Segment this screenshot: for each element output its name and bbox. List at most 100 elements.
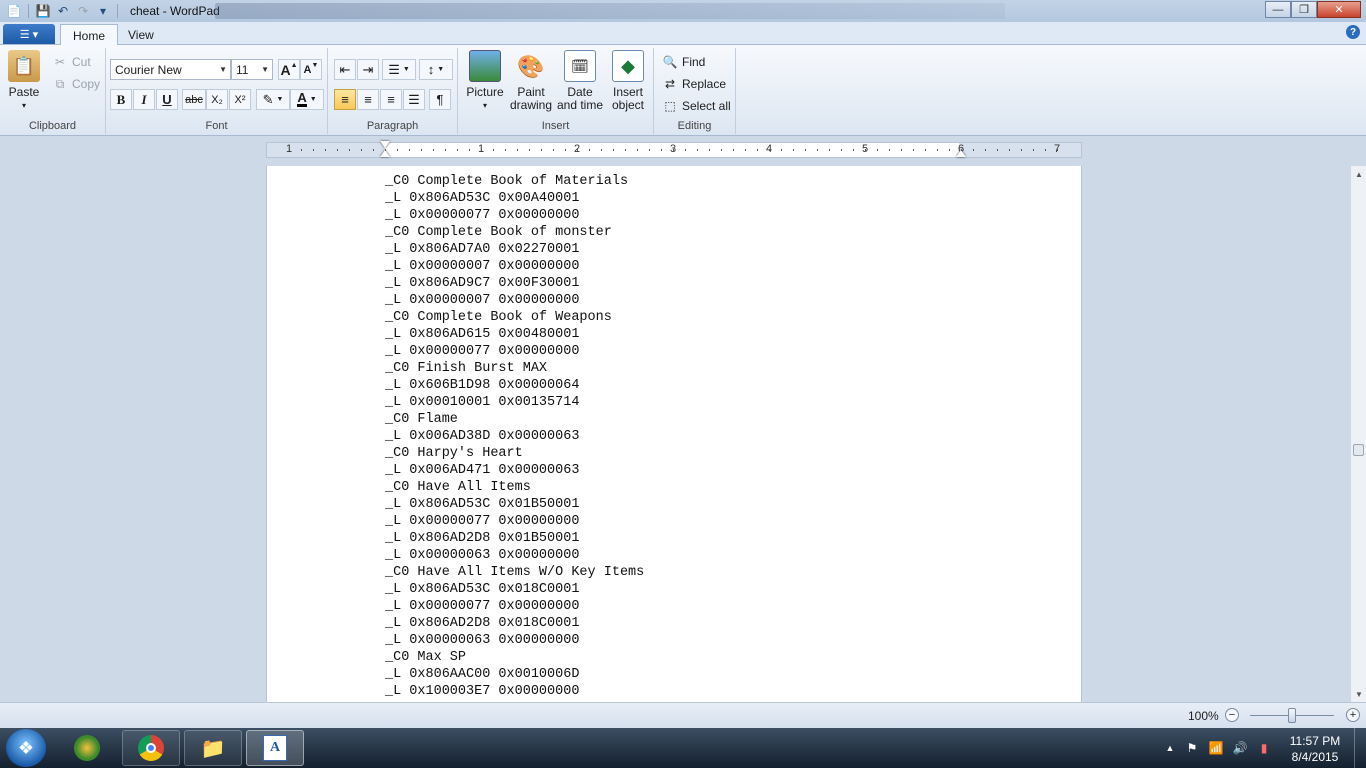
- paste-button[interactable]: 📋 Paste ▾: [8, 50, 40, 112]
- document-line[interactable]: _L 0x806AD53C 0x018C0001: [385, 581, 644, 598]
- document-line[interactable]: _C0 Finish Burst MAX: [385, 360, 644, 377]
- bold-button[interactable]: B: [110, 89, 132, 110]
- align-center-button[interactable]: ≡: [357, 89, 379, 110]
- document-line[interactable]: _L 0x100003E7 0x00000000: [385, 683, 644, 700]
- increase-indent-button[interactable]: ⇥: [357, 59, 379, 80]
- undo-icon[interactable]: ↶: [53, 2, 73, 20]
- document-line[interactable]: _L 0x806AD615 0x00480001: [385, 326, 644, 343]
- document-line[interactable]: _L 0x00000063 0x00000000: [385, 632, 644, 649]
- zoom-out-button[interactable]: −: [1225, 708, 1239, 722]
- action-center-flag-icon[interactable]: ⚑: [1184, 740, 1200, 756]
- insert-object-button[interactable]: ◆ Insert object: [608, 50, 648, 112]
- document-line[interactable]: _L 0x806AAC00 0x0010006D: [385, 666, 644, 683]
- align-right-button[interactable]: ≡: [380, 89, 402, 110]
- document-line[interactable]: _L 0x806AD2D8 0x01B50001: [385, 530, 644, 547]
- font-size-select[interactable]: 11 ▼: [231, 59, 273, 80]
- replace-button[interactable]: ⇄ Replace: [662, 74, 726, 94]
- document-line[interactable]: _C0 Complete Book of Weapons: [385, 309, 644, 326]
- ruler[interactable]: 1 1 2 3 4 5 6 7: [266, 141, 1082, 158]
- show-hidden-icons[interactable]: ▲: [1162, 740, 1178, 756]
- close-button[interactable]: ✕: [1317, 1, 1361, 18]
- document-line[interactable]: _L 0x806AD53C 0x00A40001: [385, 190, 644, 207]
- document-line[interactable]: _L 0x00000077 0x00000000: [385, 343, 644, 360]
- justify-button[interactable]: ☰: [403, 89, 425, 110]
- scroll-down-icon[interactable]: ▼: [1351, 686, 1366, 702]
- highlight-color-button[interactable]: ✎ ▼: [256, 89, 290, 110]
- line-spacing-button[interactable]: ↕ ▼: [419, 59, 453, 80]
- system-clock[interactable]: 11:57 PM 8/4/2015: [1285, 733, 1345, 765]
- scroll-thumb[interactable]: [1353, 444, 1364, 456]
- wordpad-app-icon[interactable]: 📄: [4, 2, 24, 20]
- document-line[interactable]: _L 0x00000007 0x00000000: [385, 258, 644, 275]
- document-page[interactable]: _C0 Complete Book of Materials _L 0x806AD…: [266, 166, 1082, 702]
- document-line[interactable]: _C0 Have All Items W/O Key Items: [385, 564, 644, 581]
- align-left-button[interactable]: ≡: [334, 89, 356, 110]
- superscript-button[interactable]: X²: [229, 89, 251, 110]
- qat-customize-button[interactable]: ▾: [93, 2, 113, 20]
- save-icon[interactable]: 💾: [33, 2, 53, 20]
- grow-font-button[interactable]: A ▲: [278, 59, 300, 80]
- document-line[interactable]: _C0 Max SP: [385, 649, 644, 666]
- document-line[interactable]: _L 0x606B1D98 0x00000064: [385, 377, 644, 394]
- start-button[interactable]: ❖: [6, 729, 46, 767]
- strikethrough-button[interactable]: abc: [182, 89, 206, 110]
- document-line[interactable]: _L 0x00000077 0x00000000: [385, 513, 644, 530]
- subscript-button[interactable]: X₂: [206, 89, 228, 110]
- font-family-select[interactable]: Courier New ▼: [110, 59, 231, 80]
- maximize-button[interactable]: ❐: [1291, 1, 1317, 18]
- document-line[interactable]: _C0 Complete Book of monster: [385, 224, 644, 241]
- cut-button[interactable]: ✂ Cut: [52, 52, 91, 72]
- show-desktop-button[interactable]: [1354, 728, 1366, 768]
- document-line[interactable]: _L 0x006AD471 0x00000063: [385, 462, 644, 479]
- first-line-indent-marker[interactable]: [380, 141, 390, 148]
- volume-icon[interactable]: 🔊: [1232, 740, 1248, 756]
- shrink-font-button[interactable]: A ▼: [300, 59, 322, 80]
- taskbar-file-explorer[interactable]: 📁: [184, 730, 242, 766]
- decrease-indent-button[interactable]: ⇤: [334, 59, 356, 80]
- taskbar-media-player[interactable]: [58, 730, 116, 766]
- date-time-button[interactable]: 🗓 Date and time: [556, 50, 604, 112]
- document-line[interactable]: _L 0x806AD7A0 0x02270001: [385, 241, 644, 258]
- network-signal-icon[interactable]: 📶: [1208, 740, 1224, 756]
- taskbar-chrome[interactable]: [122, 730, 180, 766]
- power-battery-icon[interactable]: ▮: [1256, 740, 1272, 756]
- bullets-button[interactable]: ☰ ▼: [382, 59, 416, 80]
- paint-drawing-button[interactable]: 🎨 Paint drawing: [508, 50, 554, 112]
- document-text[interactable]: _C0 Complete Book of Materials _L 0x806AD…: [385, 173, 644, 700]
- document-line[interactable]: _L 0x006AD38D 0x00000063: [385, 428, 644, 445]
- document-line[interactable]: _L 0x806AD2D8 0x018C0001: [385, 615, 644, 632]
- vertical-scrollbar[interactable]: ▲ ▼: [1350, 166, 1366, 702]
- picture-button[interactable]: Picture ▾: [466, 50, 504, 112]
- taskbar-wordpad[interactable]: A: [246, 730, 304, 766]
- document-line[interactable]: _L 0x00000077 0x00000000: [385, 207, 644, 224]
- help-icon[interactable]: ?: [1346, 25, 1360, 39]
- minimize-button[interactable]: —: [1265, 1, 1291, 18]
- file-menu-button[interactable]: ☰ ▾: [3, 24, 55, 44]
- scroll-up-icon[interactable]: ▲: [1351, 166, 1366, 182]
- right-indent-marker[interactable]: [956, 150, 966, 157]
- text-color-button[interactable]: A ▼: [290, 89, 324, 110]
- redo-icon[interactable]: ↷: [73, 2, 93, 20]
- document-line[interactable]: _C0 Flame: [385, 411, 644, 428]
- document-line[interactable]: _L 0x00000063 0x00000000: [385, 547, 644, 564]
- zoom-slider-thumb[interactable]: [1288, 708, 1296, 723]
- document-line[interactable]: _L 0x00010001 0x00135714: [385, 394, 644, 411]
- document-line[interactable]: _C0 Have All Items: [385, 479, 644, 496]
- tab-view[interactable]: View: [116, 24, 166, 46]
- document-area[interactable]: _C0 Complete Book of Materials _L 0x806AD…: [0, 166, 1350, 702]
- document-line[interactable]: _C0 Harpy's Heart: [385, 445, 644, 462]
- document-line[interactable]: _L 0x806AD9C7 0x00F30001: [385, 275, 644, 292]
- document-line[interactable]: _L 0x00000077 0x00000000: [385, 598, 644, 615]
- underline-button[interactable]: U: [156, 89, 178, 110]
- document-line[interactable]: _C0 Complete Book of Materials: [385, 173, 644, 190]
- document-line[interactable]: _L 0x00000007 0x00000000: [385, 292, 644, 309]
- zoom-in-button[interactable]: +: [1346, 708, 1360, 722]
- tab-home[interactable]: Home: [60, 24, 119, 46]
- paragraph-settings-button[interactable]: ¶: [429, 89, 451, 110]
- select-all-button[interactable]: ⬚ Select all: [662, 96, 730, 116]
- find-button[interactable]: 🔍 Find: [662, 52, 706, 72]
- left-indent-marker[interactable]: [380, 150, 390, 157]
- document-line[interactable]: _L 0x806AD53C 0x01B50001: [385, 496, 644, 513]
- copy-button[interactable]: ⧉ Copy: [52, 74, 100, 94]
- italic-button[interactable]: I: [133, 89, 155, 110]
